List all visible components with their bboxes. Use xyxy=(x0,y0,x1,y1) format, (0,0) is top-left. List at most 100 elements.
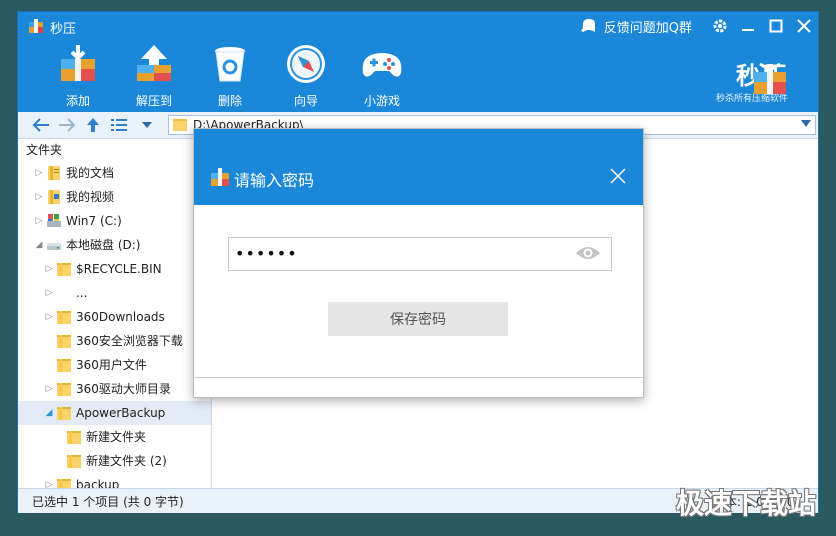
collapse-arrow-icon[interactable]: ◢ xyxy=(34,233,44,257)
app-logo-icon xyxy=(211,168,229,186)
system-drive-icon xyxy=(46,213,62,229)
settings-button[interactable] xyxy=(706,12,734,40)
wizard-label: 向导 xyxy=(293,94,318,108)
delete-label: 删除 xyxy=(217,94,242,108)
tree-item[interactable]: 360安全浏览器下载 xyxy=(18,329,211,353)
folder-tree-list: ▷ 我的文档 ▷ 我的视频 ▷ Win7 (C:) ◢ 本地磁盘 (D:) ▷ $RECYCLE.… xyxy=(18,161,211,489)
feedback-label: 反馈问题加Q群 xyxy=(603,20,692,36)
back-button[interactable] xyxy=(32,116,50,134)
tree-item-label: 360用户文件 xyxy=(76,358,147,372)
tree-item[interactable]: ▷ Win7 (C:) xyxy=(18,209,211,233)
folder-icon xyxy=(56,309,72,325)
folder-tree-header: 文件夹 xyxy=(26,143,63,157)
tree-item[interactable]: ▷... xyxy=(18,281,211,305)
tree-item-label: 我的文档 xyxy=(66,166,115,180)
expand-arrow-icon[interactable]: ▷ xyxy=(44,281,54,305)
qq-icon xyxy=(580,19,595,32)
compass-icon xyxy=(287,45,325,83)
expand-arrow-icon[interactable]: ▷ xyxy=(44,257,54,281)
gear-icon xyxy=(713,19,727,33)
arrow-right-icon xyxy=(59,118,76,132)
maximize-button[interactable] xyxy=(762,12,790,40)
feedback-link[interactable]: 反馈问题加Q群 xyxy=(580,17,692,36)
view-mode-button[interactable] xyxy=(110,116,128,134)
up-button[interactable] xyxy=(84,116,102,134)
password-input[interactable]: •••••• xyxy=(228,237,612,271)
minimize-button[interactable] xyxy=(734,12,762,40)
chevron-down-icon xyxy=(142,122,152,128)
tree-item-label: 本地磁盘 (D:) xyxy=(66,238,141,252)
password-dialog: 请输入密码 •••••• 保存密码 xyxy=(193,128,644,398)
folder-icon xyxy=(56,405,72,421)
tree-item-label: 360驱动大师目录 xyxy=(76,382,171,396)
extract-button[interactable]: 解压到 xyxy=(116,42,192,109)
add-button[interactable]: 添加 xyxy=(40,42,116,109)
tree-item[interactable]: 新建文件夹 xyxy=(18,425,211,449)
close-icon xyxy=(797,19,811,33)
drive-icon xyxy=(46,237,62,253)
expand-arrow-icon[interactable]: ▷ xyxy=(44,305,54,329)
dialog-divider xyxy=(194,377,643,378)
app-logo-icon xyxy=(29,19,43,33)
tree-item-label: backup xyxy=(76,478,120,489)
dialog-title: 请输入密码 xyxy=(234,171,315,190)
wizard-button[interactable]: 向导 xyxy=(268,42,344,109)
tree-item[interactable]: ▷ 我的视频 xyxy=(18,185,211,209)
expand-arrow-icon[interactable]: ▷ xyxy=(44,473,54,489)
add-archive-icon xyxy=(61,45,95,81)
tree-item-label: ... xyxy=(76,286,88,300)
games-label: 小游戏 xyxy=(363,94,400,108)
tree-item[interactable]: ▷ 360驱动大师目录 xyxy=(18,377,211,401)
tree-item[interactable]: ▷ $RECYCLE.BIN xyxy=(18,257,211,281)
expand-arrow-icon[interactable]: ▷ xyxy=(34,161,44,185)
tree-item-label: 360Downloads xyxy=(76,310,165,324)
dialog-header: 请输入密码 xyxy=(194,129,643,205)
main-toolbar: 添加 解压到 删除 向导 小游戏 xyxy=(40,42,420,109)
tree-item[interactable]: ◢ 本地磁盘 (D:) xyxy=(18,233,211,257)
tree-item[interactable]: ▷ 360Downloads xyxy=(18,305,211,329)
trash-icon xyxy=(215,47,245,82)
selection-status: 已选中 1 个项目 (共 0 字节) xyxy=(32,495,184,509)
tree-item[interactable]: ▷ 我的文档 xyxy=(18,161,211,185)
list-view-icon xyxy=(111,119,127,131)
tree-item-label: Win7 (C:) xyxy=(66,214,122,228)
tree-item-label: 新建文件夹 (2) xyxy=(86,454,167,468)
watermark: 极速下载站 xyxy=(675,487,816,520)
tree-item-label: $RECYCLE.BIN xyxy=(76,262,162,276)
expand-arrow-icon[interactable]: ▷ xyxy=(34,185,44,209)
folder-tree: 文件夹 ▷ 我的文档 ▷ 我的视频 ▷ Win7 (C:) ◢ 本地磁盘 (D:) ▷ $RECY… xyxy=(18,139,212,489)
tree-item-label: 我的视频 xyxy=(66,190,115,204)
gamepad-icon xyxy=(362,53,402,77)
save-password-button[interactable]: 保存密码 xyxy=(328,302,508,336)
folder-icon xyxy=(56,261,72,277)
extract-label: 解压到 xyxy=(135,94,172,108)
add-label: 添加 xyxy=(65,94,90,108)
brand-box-icon xyxy=(754,62,786,94)
tree-item[interactable]: ◢ ApowerBackup xyxy=(18,401,211,425)
expand-arrow-icon[interactable]: ▷ xyxy=(34,209,44,233)
close-button[interactable] xyxy=(790,12,818,40)
documents-folder-icon xyxy=(46,165,62,181)
collapse-arrow-icon[interactable]: ◢ xyxy=(44,401,54,425)
eye-icon[interactable] xyxy=(575,244,601,262)
maximize-icon xyxy=(769,19,783,33)
games-button[interactable]: 小游戏 xyxy=(344,42,420,109)
tree-item-label: ApowerBackup xyxy=(76,406,166,420)
window-title: 秒压 xyxy=(50,22,77,37)
tree-item[interactable]: 新建文件夹 (2) xyxy=(18,449,211,473)
forward-button[interactable] xyxy=(58,116,76,134)
expand-arrow-icon[interactable]: ▷ xyxy=(44,377,54,401)
tree-item[interactable]: ▷ backup xyxy=(18,473,211,489)
dialog-close-icon[interactable] xyxy=(609,167,627,185)
delete-button[interactable]: 删除 xyxy=(192,42,268,109)
folder-icon xyxy=(56,357,72,373)
extract-icon xyxy=(137,45,171,81)
folder-icon xyxy=(66,429,82,445)
minimize-icon xyxy=(742,29,754,31)
folder-icon xyxy=(56,381,72,397)
title-bar: 秒压 反馈问题加Q群 添加 解压到 删除 向导 小游戏 秒杀所有压缩软件 xyxy=(18,12,818,112)
address-dropdown-icon[interactable] xyxy=(801,120,811,127)
tree-item[interactable]: 360用户文件 xyxy=(18,353,211,377)
view-mode-dropdown[interactable] xyxy=(138,116,156,134)
password-value: •••••• xyxy=(235,244,298,263)
